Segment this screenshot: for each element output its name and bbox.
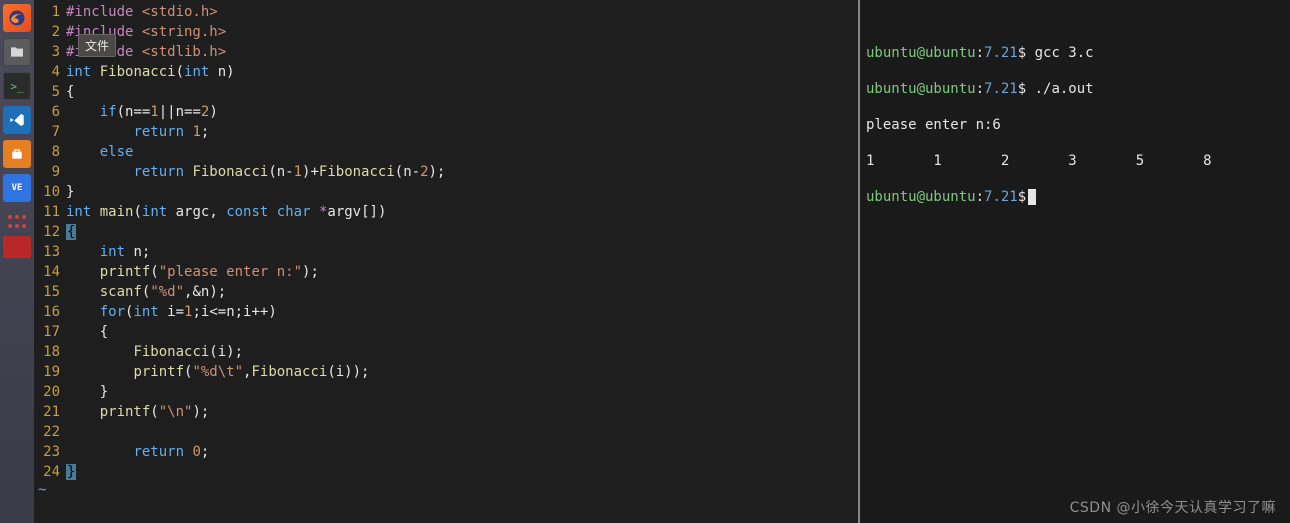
code-content: }	[66, 182, 74, 202]
code-content: }	[66, 462, 76, 482]
terminal-prompt: ubuntu@ubuntu:7.21$	[866, 188, 1284, 206]
code-line: 7 return 1;	[34, 122, 858, 142]
code-line: 21 printf("\n");	[34, 402, 858, 422]
vim-tilde: ~	[34, 482, 858, 498]
line-number: 10	[34, 182, 66, 202]
code-content: printf("%d\t",Fibonacci(i));	[66, 362, 369, 382]
code-line: 19 printf("%d\t",Fibonacci(i));	[34, 362, 858, 382]
terminal-line: ubuntu@ubuntu:7.21$ ./a.out	[866, 80, 1284, 98]
code-line: 11int main(int argc, const char *argv[])	[34, 202, 858, 222]
launcher-files-icon[interactable]	[3, 38, 31, 66]
code-line: 15 scanf("%d",&n);	[34, 282, 858, 302]
code-area: 1#include <stdio.h>2#include <string.h>3…	[34, 0, 858, 482]
line-number: 20	[34, 382, 66, 402]
line-number: 5	[34, 82, 66, 102]
launcher-terminal-icon[interactable]: >_	[3, 72, 31, 100]
line-number: 3	[34, 42, 66, 62]
vim-editor-pane[interactable]: 文件 1#include <stdio.h>2#include <string.…	[34, 0, 860, 523]
code-line: 17 {	[34, 322, 858, 342]
code-content: return 0;	[66, 442, 209, 462]
code-line: 24}	[34, 462, 858, 482]
code-line: 9 return Fibonacci(n-1)+Fibonacci(n-2);	[34, 162, 858, 182]
launcher-software-icon[interactable]	[3, 140, 31, 168]
terminal-output: 1 1 2 3 5 8	[866, 152, 1284, 170]
line-number: 4	[34, 62, 66, 82]
code-line: 22	[34, 422, 858, 442]
watermark-text: CSDN @小徐今天认真学习了嘛	[1070, 497, 1276, 517]
launcher-ve-icon[interactable]: VE	[3, 174, 31, 202]
code-content: scanf("%d",&n);	[66, 282, 226, 302]
code-line: 8 else	[34, 142, 858, 162]
code-content: {	[66, 82, 74, 102]
code-line: 4int Fibonacci(int n)	[34, 62, 858, 82]
line-number: 13	[34, 242, 66, 262]
line-number: 22	[34, 422, 66, 442]
code-content: else	[66, 142, 133, 162]
line-number: 8	[34, 142, 66, 162]
code-line: 12{	[34, 222, 858, 242]
code-content: printf("\n");	[66, 402, 209, 422]
code-line: 14 printf("please enter n:");	[34, 262, 858, 282]
line-number: 6	[34, 102, 66, 122]
code-line: 2#include <string.h>	[34, 22, 858, 42]
line-number: 12	[34, 222, 66, 242]
code-content: {	[66, 322, 108, 342]
code-line: 20 }	[34, 382, 858, 402]
code-line: 18 Fibonacci(i);	[34, 342, 858, 362]
code-content: int n;	[66, 242, 150, 262]
code-line: 16 for(int i=1;i<=n;i++)	[34, 302, 858, 322]
line-number: 11	[34, 202, 66, 222]
code-content: return 1;	[66, 122, 209, 142]
launcher-dock: >_ VE	[0, 0, 34, 523]
line-number: 21	[34, 402, 66, 422]
launcher-vscode-icon[interactable]	[3, 106, 31, 134]
line-number: 7	[34, 122, 66, 142]
line-number: 15	[34, 282, 66, 302]
line-number: 16	[34, 302, 66, 322]
code-line: 10}	[34, 182, 858, 202]
terminal-output: please enter n:6	[866, 116, 1284, 134]
line-number: 14	[34, 262, 66, 282]
code-content: if(n==1||n==2)	[66, 102, 218, 122]
line-number: 23	[34, 442, 66, 462]
line-number: 19	[34, 362, 66, 382]
code-line: 3#include <stdlib.h>	[34, 42, 858, 62]
code-line: 6 if(n==1||n==2)	[34, 102, 858, 122]
terminal-pane[interactable]: ubuntu@ubuntu:7.21$ gcc 3.c ubuntu@ubunt…	[860, 0, 1290, 523]
line-number: 24	[34, 462, 66, 482]
launcher-app-icon[interactable]	[3, 236, 31, 258]
line-number: 18	[34, 342, 66, 362]
code-content: }	[66, 382, 108, 402]
code-content: for(int i=1;i<=n;i++)	[66, 302, 277, 322]
main-area: 文件 1#include <stdio.h>2#include <string.…	[34, 0, 1290, 523]
code-content: #include <stdio.h>	[66, 2, 218, 22]
terminal-line: ubuntu@ubuntu:7.21$ gcc 3.c	[866, 44, 1284, 62]
code-line: 13 int n;	[34, 242, 858, 262]
line-number: 1	[34, 2, 66, 22]
launcher-app-grid-icon[interactable]	[7, 212, 27, 230]
code-content: {	[66, 222, 76, 242]
line-number: 17	[34, 322, 66, 342]
code-line: 1#include <stdio.h>	[34, 2, 858, 22]
launcher-firefox-icon[interactable]	[3, 4, 31, 32]
line-number: 2	[34, 22, 66, 42]
code-content: printf("please enter n:");	[66, 262, 319, 282]
code-line: 5{	[34, 82, 858, 102]
code-content: int Fibonacci(int n)	[66, 62, 235, 82]
code-line: 23 return 0;	[34, 442, 858, 462]
file-menu-label[interactable]: 文件	[78, 34, 116, 57]
code-content: int main(int argc, const char *argv[])	[66, 202, 386, 222]
code-content: Fibonacci(i);	[66, 342, 243, 362]
terminal-cursor	[1028, 189, 1036, 205]
code-content: return Fibonacci(n-1)+Fibonacci(n-2);	[66, 162, 445, 182]
line-number: 9	[34, 162, 66, 182]
